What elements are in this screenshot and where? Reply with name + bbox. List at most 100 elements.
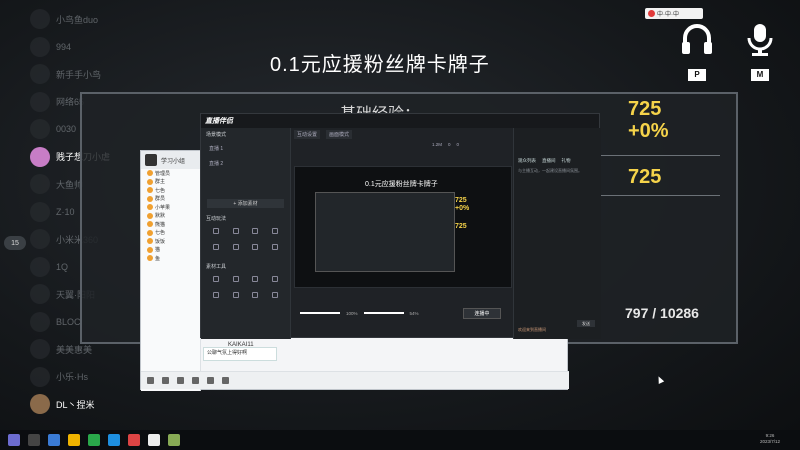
tab-viewers[interactable]: 观众列表 [518, 158, 536, 164]
tool-icon[interactable] [207, 244, 225, 257]
tool-icon[interactable] [266, 244, 284, 257]
viewer-row[interactable]: 994 [30, 36, 71, 58]
viewer-row[interactable]: 大鱼帅 [30, 173, 83, 195]
wechat-icon[interactable] [88, 434, 100, 446]
member-row[interactable]: 小苹果 [141, 203, 200, 212]
member-row[interactable]: 鱼 [141, 254, 200, 263]
member-list[interactable]: 管理员 群主 七色 群员 小苹果 默默 熊猫 七色 饭饭猫鱼 [141, 169, 201, 391]
avatar [30, 119, 50, 139]
member-avatar [147, 221, 153, 228]
music-icon[interactable] [222, 377, 229, 384]
member-row[interactable]: 七色 [141, 186, 200, 195]
avatar [30, 201, 50, 222]
tool-icon[interactable] [266, 228, 284, 241]
viewer-row[interactable]: DL丶捏米 [30, 393, 95, 415]
viewer-row[interactable]: 0030 [30, 118, 76, 140]
member-name: 熊猫 [155, 221, 166, 228]
member-avatar [147, 204, 153, 211]
tab-interact[interactable]: 互动设置 [294, 130, 321, 139]
app-icon[interactable] [168, 434, 180, 446]
viewer-row[interactable]: 小鸟鱼duo [30, 8, 98, 30]
member-row[interactable]: 饭饭 [141, 237, 200, 246]
chat-toolbar [141, 371, 569, 389]
start-icon[interactable] [8, 434, 20, 446]
tool-icon[interactable] [266, 276, 284, 289]
mouse-cursor-icon [655, 375, 665, 384]
member-avatar [147, 195, 153, 202]
clock[interactable]: 9:26 2023/7/12 [760, 433, 780, 445]
member-row[interactable]: 熊猫 [141, 220, 200, 229]
tool-icon[interactable] [227, 292, 245, 305]
app-icon[interactable] [128, 434, 140, 446]
chat-window-title: 学习小组 [161, 158, 186, 165]
image-icon[interactable] [192, 377, 199, 384]
app-icon[interactable] [148, 434, 160, 446]
scene-item-2[interactable]: 直播 2 [201, 156, 290, 171]
tool-icon[interactable] [247, 292, 265, 305]
viewer-row[interactable]: 小乐·Hs [30, 366, 88, 388]
game-score-top: 725 +0% [628, 98, 669, 142]
browser-icon[interactable] [48, 434, 60, 446]
streaming-sidebar: 场景模式 直播 1 直播 2 + 添加素材 互动玩法 素材工具 [201, 128, 291, 339]
mic-icon[interactable] [207, 377, 214, 384]
member-avatar [147, 178, 153, 185]
member-row[interactable]: 群主 [141, 178, 200, 187]
member-name: 管理员 [155, 170, 171, 177]
viewer-name: 大鱼帅 [56, 179, 84, 190]
tool-icon[interactable] [207, 292, 225, 305]
tool-icon[interactable] [227, 276, 245, 289]
scene-mode-menu[interactable]: 场景模式 [201, 128, 290, 141]
preview-canvas[interactable]: 0.1元应援粉丝牌卡牌子 725 +0% 725 [294, 166, 512, 288]
avatar [30, 339, 50, 359]
scene-item-1[interactable]: 直播 1 [201, 141, 290, 156]
member-row[interactable]: 七色 [141, 229, 200, 238]
tab-screen-mode[interactable]: 画面模式 [326, 130, 353, 139]
tool-icon[interactable] [247, 228, 265, 241]
viewer-row[interactable]: 新手手小鸟 [30, 63, 101, 85]
tool-icon[interactable] [207, 228, 225, 241]
search-icon[interactable] [28, 434, 40, 446]
volume-a-value: 100% [346, 310, 358, 316]
member-avatar [147, 229, 153, 236]
viewer-row[interactable]: Z·10 [30, 201, 75, 223]
member-row[interactable]: 管理员 [141, 169, 200, 178]
send-button[interactable]: 发送 [577, 320, 595, 327]
folder-icon[interactable] [177, 377, 184, 384]
tool-icon[interactable] [227, 244, 245, 257]
streaming-app-titlebar[interactable]: 直播伴侣 [201, 114, 599, 128]
logo-dot-icon [648, 10, 655, 17]
avatar [30, 146, 50, 167]
member-row[interactable]: 默默 [141, 212, 200, 221]
start-stream-button[interactable]: 连播中 [463, 308, 501, 319]
scissors-icon[interactable] [162, 377, 169, 384]
volume-slider[interactable] [300, 312, 340, 314]
qq-icon[interactable] [108, 434, 120, 446]
volume-slider[interactable] [363, 312, 404, 314]
viewer-row[interactable]: BLOC [30, 311, 81, 333]
add-source-button[interactable]: + 添加素材 [207, 199, 284, 208]
member-row[interactable]: 群员 [141, 195, 200, 204]
tab-gifts[interactable]: 礼物 [562, 158, 571, 164]
tool-icon[interactable] [247, 276, 265, 289]
headphone-badge: P [677, 22, 717, 81]
emoji-icon[interactable] [147, 377, 154, 384]
streaming-app-window[interactable]: 直播伴侣 场景模式 直播 1 直播 2 + 添加素材 互动玩法 素材工具 互动设… [200, 113, 601, 339]
viewer-row[interactable]: 网络65 [30, 91, 84, 113]
member-row[interactable]: 猫 [141, 246, 200, 255]
viewer-row[interactable]: 1Q [30, 256, 68, 278]
headphone-icon [682, 24, 712, 54]
tool-icon[interactable] [207, 276, 225, 289]
welcome-link[interactable]: 欢迎来到直播间 [518, 327, 546, 333]
tool-icon[interactable] [266, 292, 284, 305]
chat-hint: 与主播互动，一起建设直播间氛围。 [518, 168, 582, 173]
tool-icon[interactable] [227, 228, 245, 241]
avatar [30, 9, 50, 29]
badge-label-p: P [688, 69, 706, 81]
preview-score-c: 725 [455, 223, 467, 230]
tool-icon[interactable] [247, 244, 265, 257]
folder-icon[interactable] [68, 434, 80, 446]
tab-room[interactable]: 直播间 [542, 158, 556, 164]
avatar [30, 229, 50, 249]
member-avatar [147, 170, 153, 177]
